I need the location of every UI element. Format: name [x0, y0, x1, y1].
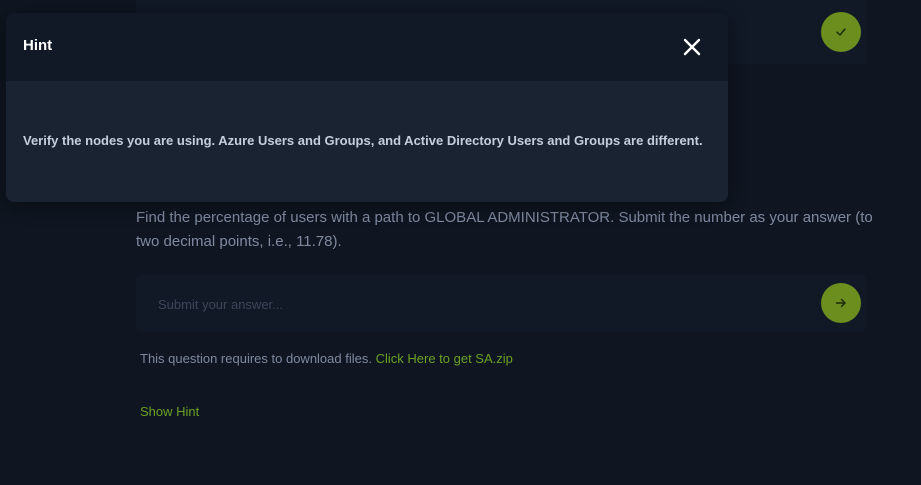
download-notice: This question requires to download files…: [140, 351, 513, 366]
close-modal-button[interactable]: [680, 35, 704, 59]
download-link[interactable]: Click Here to get SA.zip: [376, 351, 513, 366]
download-notice-text: This question requires to download files…: [140, 351, 372, 366]
modal-header: Hint: [6, 13, 728, 81]
show-hint-link[interactable]: Show Hint: [140, 404, 199, 419]
question-text: Find the percentage of users with a path…: [136, 209, 873, 250]
modal-title: Hint: [23, 37, 53, 54]
answer-input[interactable]: [156, 293, 800, 315]
check-icon: [836, 28, 846, 36]
hint-modal: Hint Verify the nodes you are using. Azu…: [6, 13, 728, 202]
submit-answer-button[interactable]: [821, 283, 861, 323]
arrow-right-icon: [835, 298, 846, 308]
answer-box: [136, 274, 866, 332]
modal-body-text: Verify the nodes you are using. Azure Us…: [23, 133, 703, 148]
completed-check-button[interactable]: [821, 12, 861, 52]
close-icon: [683, 38, 701, 56]
